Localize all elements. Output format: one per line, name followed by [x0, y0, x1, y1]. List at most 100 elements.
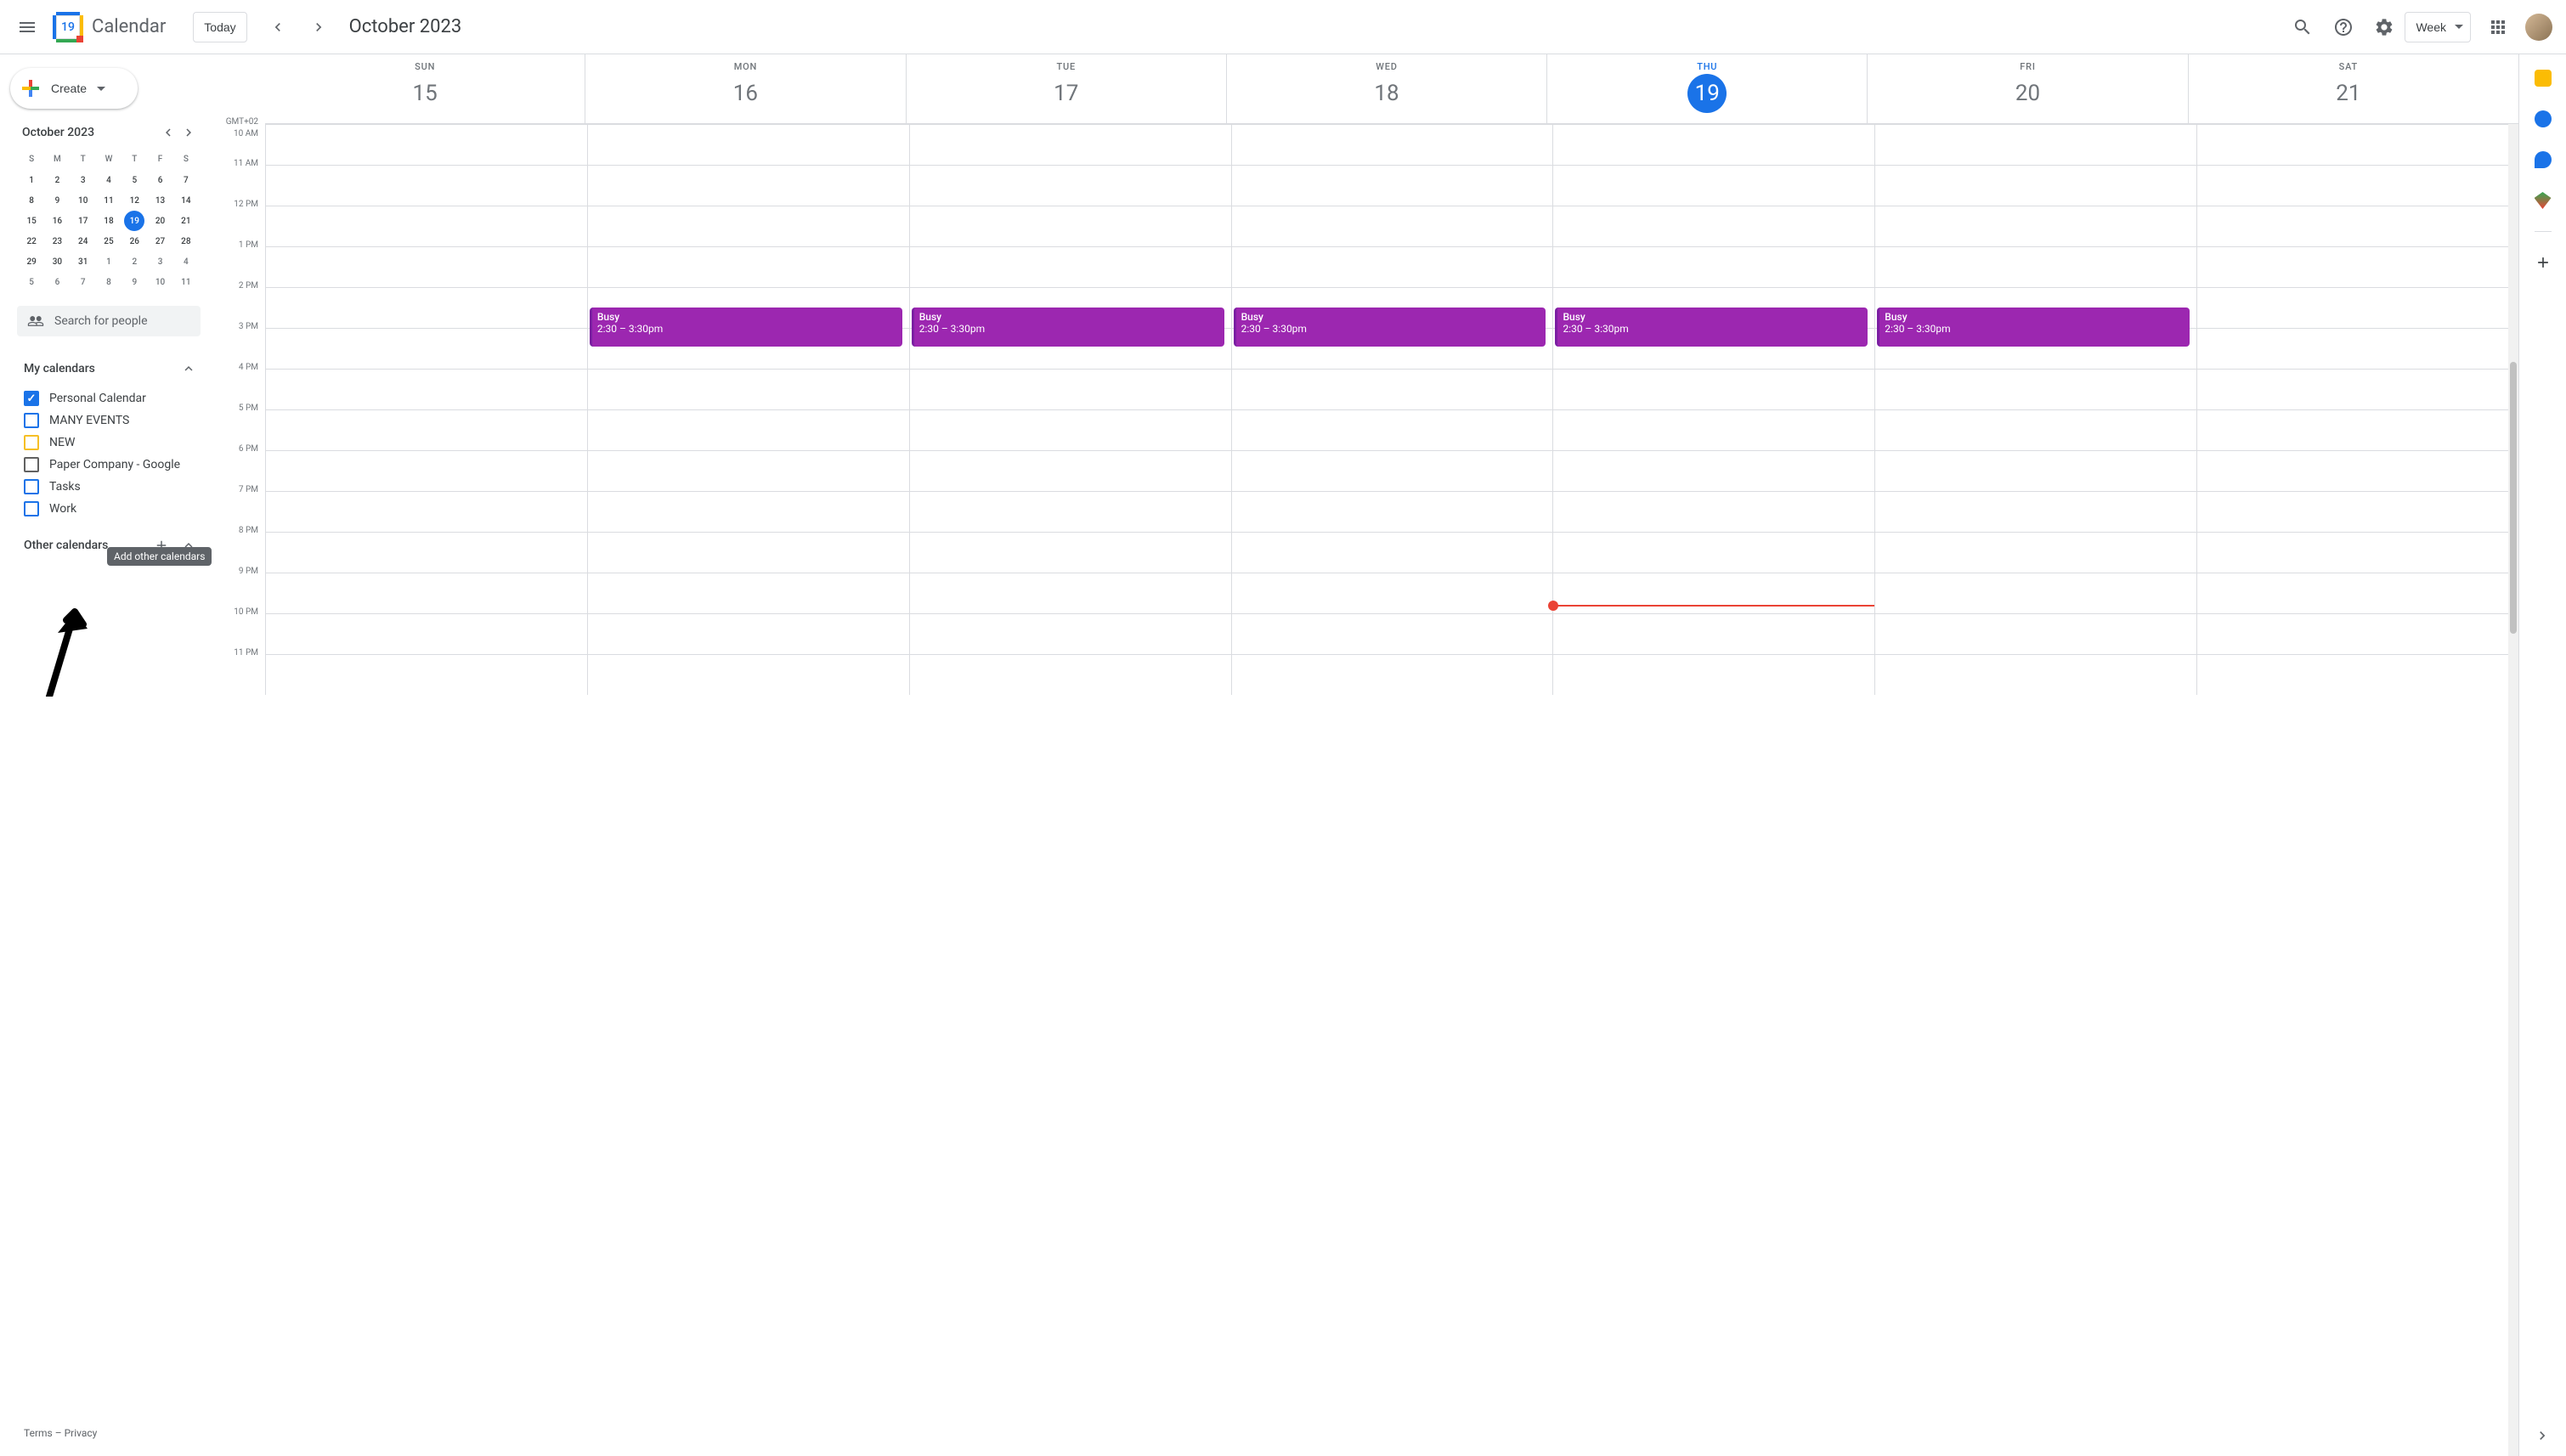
create-button[interactable]: Create [10, 68, 138, 109]
day-header[interactable]: TUE17 [906, 54, 1226, 123]
mini-day[interactable]: 20 [147, 211, 172, 231]
mini-day[interactable]: 21 [173, 211, 199, 231]
mini-day[interactable]: 16 [44, 211, 70, 231]
search-people-input[interactable]: Search for people [17, 306, 201, 336]
day-column[interactable]: Busy2:30 – 3:30pm [1552, 124, 1874, 695]
calendar-item[interactable]: NEW [7, 432, 211, 454]
calendar-item[interactable]: Tasks [7, 476, 211, 498]
mini-day[interactable]: 5 [122, 170, 147, 190]
mini-day[interactable]: 2 [44, 170, 70, 190]
mini-day[interactable]: 5 [19, 272, 44, 292]
calendar-item[interactable]: Work [7, 498, 211, 520]
day-column[interactable]: Busy2:30 – 3:30pm [1231, 124, 1553, 695]
day-column[interactable]: Busy2:30 – 3:30pm [1874, 124, 2196, 695]
mini-day[interactable]: 17 [71, 211, 96, 231]
get-addons-button[interactable] [2526, 245, 2560, 279]
calendar-event[interactable]: Busy2:30 – 3:30pm [912, 308, 1224, 347]
mini-day[interactable]: 23 [44, 231, 70, 251]
calendar-event[interactable]: Busy2:30 – 3:30pm [1234, 308, 1546, 347]
mini-day[interactable]: 10 [71, 190, 96, 211]
day-column[interactable]: Busy2:30 – 3:30pm [909, 124, 1231, 695]
day-header[interactable]: MON16 [585, 54, 905, 123]
mini-day[interactable]: 31 [71, 251, 96, 272]
day-header[interactable]: WED18 [1226, 54, 1546, 123]
mini-day[interactable]: 14 [173, 190, 199, 211]
expand-panel-button[interactable] [2529, 1422, 2556, 1449]
view-select[interactable]: Week [2405, 12, 2471, 42]
collapse-my-cal-button[interactable] [177, 357, 201, 381]
calendar-event[interactable]: Busy2:30 – 3:30pm [590, 308, 902, 347]
mini-day[interactable]: 26 [122, 231, 147, 251]
calendar-checkbox[interactable] [24, 501, 39, 516]
day-header[interactable]: THU19 [1546, 54, 1867, 123]
terms-link[interactable]: Terms [24, 1427, 53, 1439]
mini-day[interactable]: 2 [122, 251, 147, 272]
calendar-event[interactable]: Busy2:30 – 3:30pm [1877, 308, 2190, 347]
mini-day[interactable]: 10 [147, 272, 172, 292]
mini-day[interactable]: 9 [44, 190, 70, 211]
mini-day[interactable]: 24 [71, 231, 96, 251]
calendar-checkbox[interactable] [24, 391, 39, 406]
mini-day[interactable]: 7 [173, 170, 199, 190]
calendar-checkbox[interactable] [24, 435, 39, 450]
mini-day[interactable]: 3 [71, 170, 96, 190]
calendar-checkbox[interactable] [24, 479, 39, 494]
day-header[interactable]: SUN15 [265, 54, 585, 123]
calendar-item[interactable]: Paper Company - Google [7, 454, 211, 476]
mini-day[interactable]: 30 [44, 251, 70, 272]
mini-day[interactable]: 1 [19, 170, 44, 190]
next-period-button[interactable] [298, 7, 339, 48]
maps-button[interactable] [2526, 183, 2560, 217]
today-button[interactable]: Today [193, 12, 246, 42]
mini-day[interactable]: 11 [173, 272, 199, 292]
mini-next-button[interactable] [178, 122, 199, 143]
calendar-item[interactable]: Personal Calendar [7, 387, 211, 409]
mini-day[interactable]: 8 [96, 272, 122, 292]
mini-day[interactable]: 4 [96, 170, 122, 190]
mini-prev-button[interactable] [158, 122, 178, 143]
mini-day[interactable]: 18 [96, 211, 122, 231]
privacy-link[interactable]: Privacy [65, 1427, 98, 1439]
menu-button[interactable] [7, 7, 48, 48]
day-column[interactable] [265, 124, 587, 695]
contacts-button[interactable] [2526, 143, 2560, 177]
settings-button[interactable] [2364, 7, 2405, 48]
help-button[interactable] [2323, 7, 2364, 48]
mini-day[interactable]: 22 [19, 231, 44, 251]
mini-day[interactable]: 28 [173, 231, 199, 251]
day-header[interactable]: SAT21 [2188, 54, 2508, 123]
mini-day[interactable]: 8 [19, 190, 44, 211]
mini-day[interactable]: 3 [147, 251, 172, 272]
calendar-checkbox[interactable] [24, 413, 39, 428]
day-header[interactable]: FRI20 [1867, 54, 2187, 123]
mini-day[interactable]: 1 [96, 251, 122, 272]
calendar-checkbox[interactable] [24, 457, 39, 472]
scrollbar[interactable] [2508, 124, 2518, 1456]
time-column: 10 AM11 AM12 PM1 PM2 PM3 PM4 PM5 PM6 PM7… [218, 124, 265, 695]
my-calendars-header[interactable]: My calendars [7, 350, 211, 387]
mini-day[interactable]: 27 [147, 231, 172, 251]
mini-day[interactable]: 4 [173, 251, 199, 272]
mini-day[interactable]: 11 [96, 190, 122, 211]
account-avatar[interactable] [2525, 14, 2552, 41]
mini-day[interactable]: 19 [122, 211, 147, 231]
mini-day[interactable]: 6 [147, 170, 172, 190]
apps-button[interactable] [2478, 7, 2518, 48]
mini-day[interactable]: 29 [19, 251, 44, 272]
calendar-item[interactable]: MANY EVENTS [7, 409, 211, 432]
day-column[interactable]: Busy2:30 – 3:30pm [587, 124, 909, 695]
mini-day[interactable]: 13 [147, 190, 172, 211]
calendar-event[interactable]: Busy2:30 – 3:30pm [1555, 308, 1868, 347]
search-button[interactable] [2282, 7, 2323, 48]
mini-day[interactable]: 6 [44, 272, 70, 292]
tasks-button[interactable] [2526, 102, 2560, 136]
day-column[interactable] [2196, 124, 2518, 695]
mini-day[interactable]: 9 [122, 272, 147, 292]
prev-period-button[interactable] [257, 7, 298, 48]
mini-day[interactable]: 7 [71, 272, 96, 292]
time-label: 7 PM [239, 485, 258, 494]
mini-day[interactable]: 15 [19, 211, 44, 231]
keep-button[interactable] [2526, 61, 2560, 95]
mini-day[interactable]: 12 [122, 190, 147, 211]
mini-day[interactable]: 25 [96, 231, 122, 251]
